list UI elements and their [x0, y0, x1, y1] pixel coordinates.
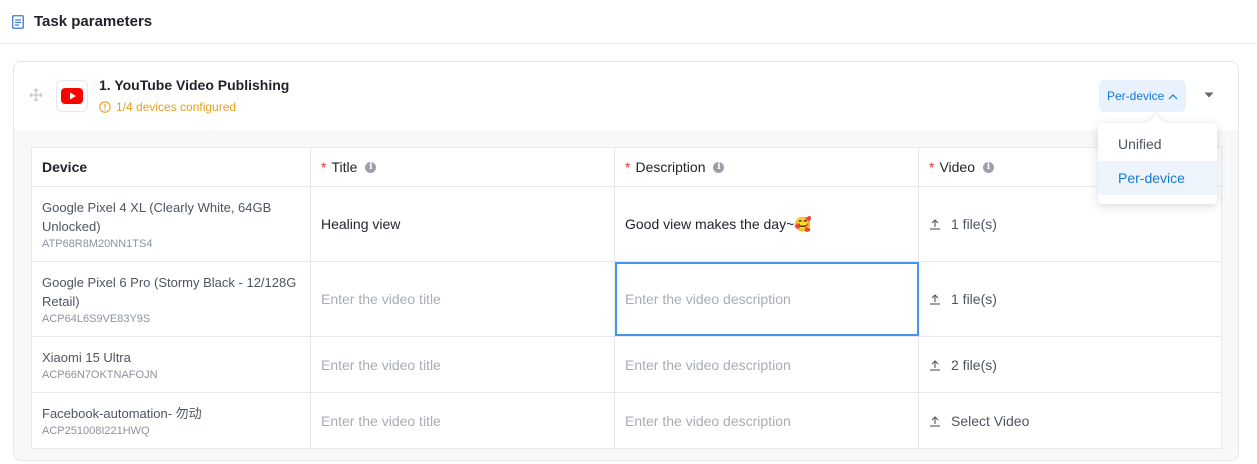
- device-cell: Facebook-automation- 勿动 ACP251008I221HWQ: [32, 393, 311, 448]
- warning-icon: [99, 101, 111, 113]
- task-card: 1. YouTube Video Publishing 1/4 devices …: [13, 61, 1239, 461]
- device-name: Xiaomi 15 Ultra: [42, 350, 131, 365]
- video-upload[interactable]: 1 file(s): [919, 262, 1221, 336]
- caret-down-icon[interactable]: [1203, 90, 1215, 100]
- chevron-up-icon: [1168, 93, 1178, 99]
- device-name: Google Pixel 6 Pro (Stormy Black - 12/12…: [42, 275, 297, 309]
- upload-icon: [930, 294, 940, 305]
- info-icon[interactable]: i: [713, 161, 725, 173]
- upload-icon: [930, 415, 940, 427]
- upload-icon: [930, 359, 940, 371]
- task-name: 1. YouTube Video Publishing: [99, 77, 290, 93]
- video-upload[interactable]: 2 file(s): [919, 337, 1221, 392]
- title-input[interactable]: Enter the video title: [311, 337, 615, 392]
- section-header: Task parameters: [0, 0, 1257, 44]
- drag-handle-icon[interactable]: [29, 88, 43, 102]
- device-cell: Google Pixel 6 Pro (Stormy Black - 12/12…: [32, 262, 311, 336]
- description-input[interactable]: Enter the video description: [615, 262, 919, 336]
- info-icon[interactable]: i: [983, 161, 995, 173]
- title-input[interactable]: Enter the video title: [311, 393, 615, 448]
- mode-select-label: Per-device: [1107, 89, 1165, 103]
- device-serial: ACP251008I221HWQ: [42, 425, 150, 437]
- section-title: Task parameters: [34, 13, 153, 30]
- description-input[interactable]: Good view makes the day~🥰: [615, 187, 919, 261]
- table-row: Google Pixel 6 Pro (Stormy Black - 12/12…: [32, 262, 1221, 337]
- info-icon[interactable]: i: [365, 161, 377, 173]
- dropdown-option-per-device[interactable]: Per-device: [1098, 161, 1217, 195]
- mode-dropdown: Unified Per-device: [1098, 114, 1217, 204]
- upload-icon: [930, 219, 940, 230]
- title-input[interactable]: Healing view: [311, 187, 615, 261]
- task-card-header[interactable]: 1. YouTube Video Publishing 1/4 devices …: [14, 62, 1238, 130]
- document-icon: [12, 14, 24, 29]
- task-status: 1/4 devices configured: [99, 100, 236, 114]
- task-card-body: Device * Title i * Description i * Video i …: [14, 130, 1238, 460]
- description-input[interactable]: Enter the video description: [615, 337, 919, 392]
- description-input[interactable]: Enter the video description: [615, 393, 919, 448]
- device-table: Device * Title i * Description i * Video i …: [31, 147, 1222, 449]
- device-cell: Xiaomi 15 Ultra ACP66N7OKTNAFOJN: [32, 337, 311, 392]
- task-status-text: 1/4 devices configured: [116, 100, 237, 114]
- device-cell: Google Pixel 4 XL (Clearly White, 64GB U…: [32, 187, 311, 261]
- device-serial: ATP68R8M20NN1TS4: [42, 238, 153, 250]
- device-serial: ACP64L6S9VE83Y9S: [42, 313, 151, 325]
- youtube-logo: [56, 80, 88, 112]
- column-header-device: Device: [32, 148, 311, 186]
- youtube-icon: [61, 88, 83, 104]
- table-row: Google Pixel 4 XL (Clearly White, 64GB U…: [32, 187, 1221, 262]
- video-upload[interactable]: Select Video: [919, 393, 1221, 448]
- device-name: Google Pixel 4 XL (Clearly White, 64GB U…: [42, 200, 272, 234]
- column-header-title: * Title i: [311, 148, 615, 186]
- device-serial: ACP66N7OKTNAFOJN: [42, 369, 158, 381]
- table-header: Device * Title i * Description i * Video i: [32, 148, 1221, 187]
- title-input[interactable]: Enter the video title: [311, 262, 615, 336]
- device-name: Facebook-automation- 勿动: [42, 406, 202, 421]
- column-header-description: * Description i: [615, 148, 919, 186]
- mode-select[interactable]: Per-device: [1099, 80, 1187, 112]
- dropdown-option-unified[interactable]: Unified: [1098, 127, 1217, 161]
- table-row: Facebook-automation- 勿动 ACP251008I221HWQ…: [32, 393, 1221, 448]
- table-row: Xiaomi 15 Ultra ACP66N7OKTNAFOJN Enter t…: [32, 337, 1221, 393]
